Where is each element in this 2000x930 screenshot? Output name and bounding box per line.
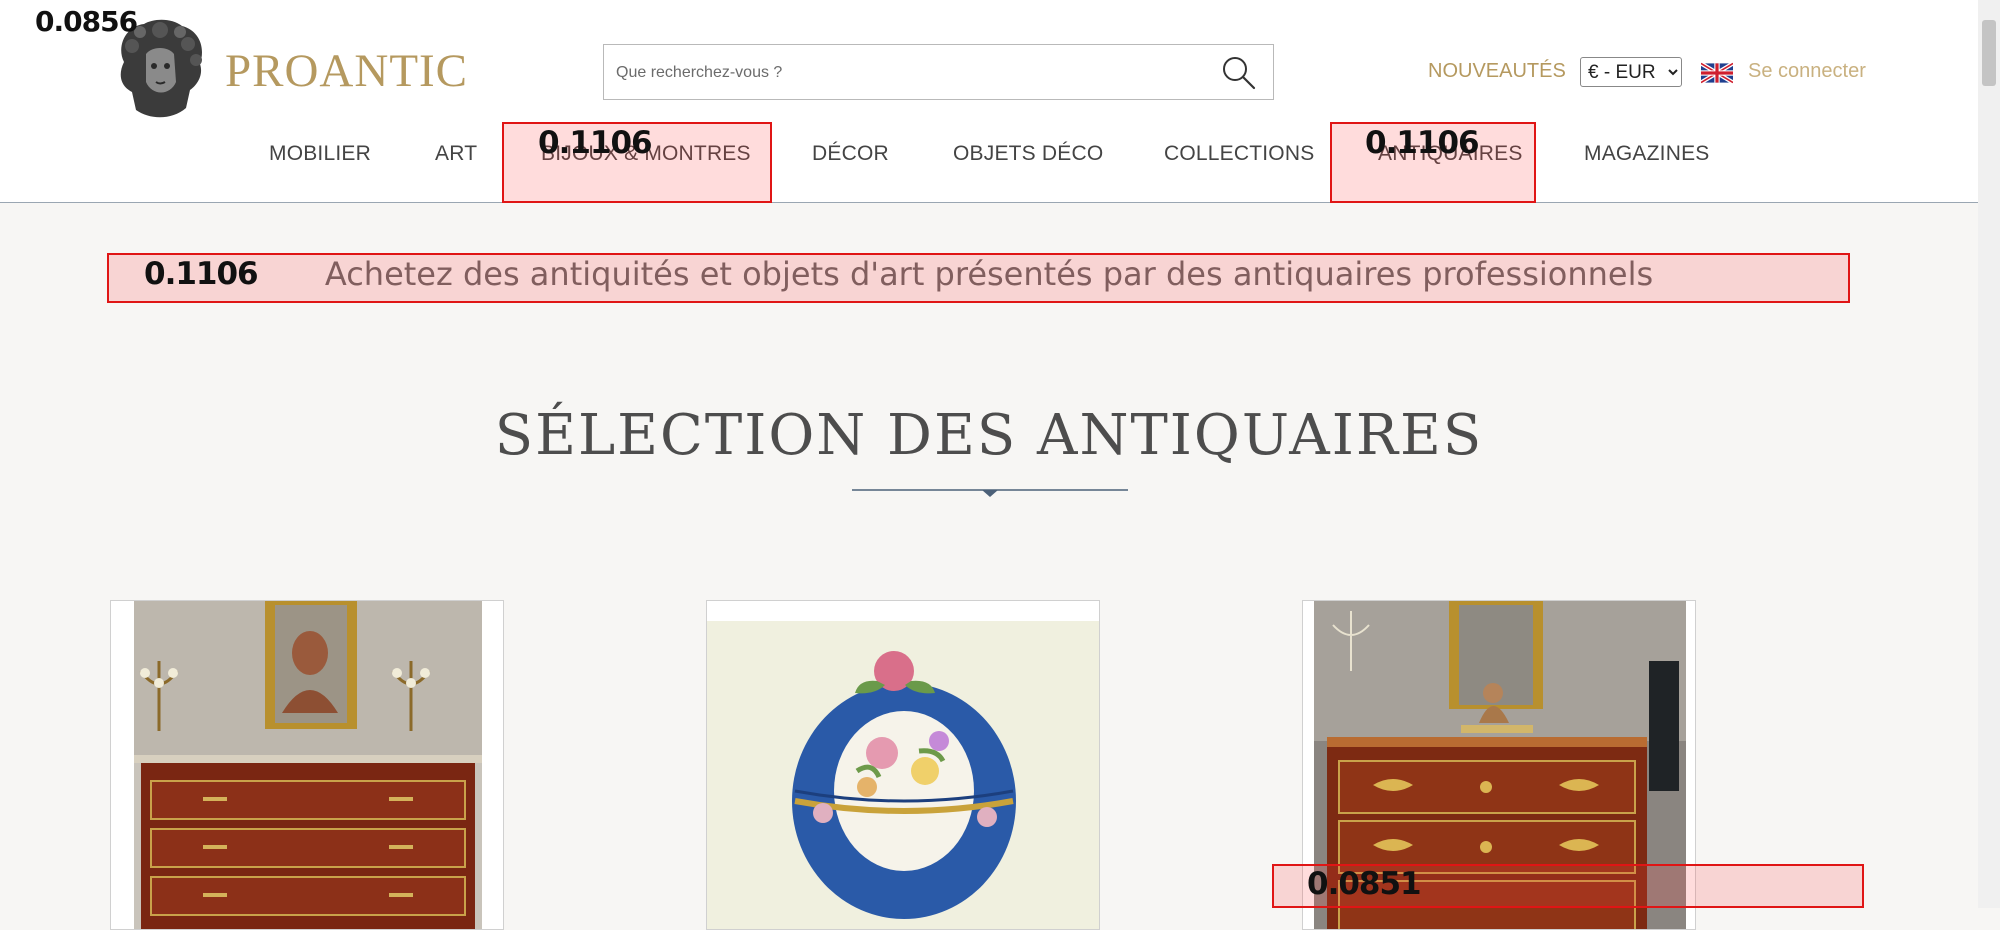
- nav-item-objets-deco[interactable]: OBJETS DÉCO: [953, 142, 1103, 166]
- product-card-porcelain-box[interactable]: [706, 600, 1100, 930]
- nav-item-mobilier[interactable]: MOBILIER: [269, 142, 371, 166]
- site-header: PROANTIC NOUVEAUTÉS € - EUR Se connecter…: [0, 0, 1978, 203]
- product-image-porcelain-box[interactable]: [707, 601, 1100, 930]
- overlay-box-tagline: [107, 253, 1850, 303]
- login-link[interactable]: Se connecter: [1748, 60, 1866, 83]
- search-icon[interactable]: [1221, 55, 1257, 91]
- overlay-score-tagline: 0.1106: [144, 256, 259, 292]
- overlay-score-corner: 0.0856: [35, 5, 138, 38]
- product-card-commode[interactable]: [110, 600, 504, 930]
- nav-item-decor[interactable]: DÉCOR: [812, 142, 889, 166]
- nav-item-art[interactable]: ART: [435, 142, 477, 166]
- page-scrollbar[interactable]: [1978, 0, 2000, 908]
- logo-text[interactable]: PROANTIC: [225, 44, 468, 98]
- currency-select[interactable]: € - EUR: [1580, 57, 1682, 87]
- selection-title: SÉLECTION DES ANTIQUAIRES: [494, 403, 1484, 468]
- search-input[interactable]: [614, 53, 1198, 93]
- scrollbar-thumb[interactable]: [1982, 20, 1996, 86]
- overlay-score-bijoux: 0.1106: [538, 125, 653, 161]
- product-image-commode[interactable]: [111, 601, 504, 930]
- nav-item-magazines[interactable]: MAGAZINES: [1584, 142, 1709, 166]
- uk-flag-icon[interactable]: [1701, 61, 1733, 85]
- overlay-score-card: 0.0851: [1307, 866, 1422, 902]
- main-nav: MOBILIER ART BIJOUX & MONTRES DÉCOR OBJE…: [0, 142, 1978, 182]
- overlay-score-antiquaires: 0.1106: [1365, 125, 1480, 161]
- nav-item-collections[interactable]: COLLECTIONS: [1164, 142, 1314, 166]
- divider-diamond-icon: [852, 489, 1128, 497]
- nouveautes-link[interactable]: NOUVEAUTÉS: [1428, 60, 1566, 83]
- search-bar: [603, 44, 1274, 100]
